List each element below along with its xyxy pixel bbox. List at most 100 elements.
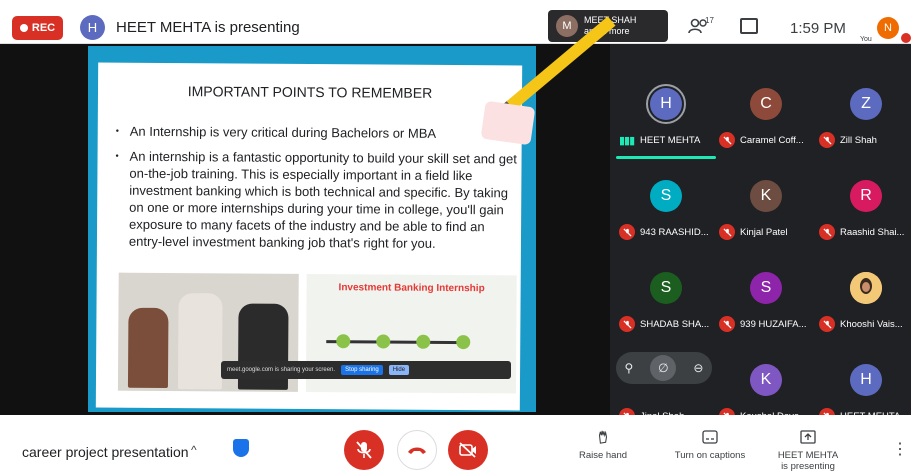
- avatar: H: [850, 364, 882, 396]
- infographic-title: Investment Banking Internship: [338, 282, 485, 295]
- record-dot-icon: [19, 24, 28, 32]
- avatar: R: [850, 180, 882, 212]
- mic-off-glyph: [622, 319, 632, 329]
- present-label-line2: is presenting: [781, 461, 835, 471]
- pin-icon[interactable]: ⚲: [625, 361, 634, 375]
- participant-tile[interactable]: H ▮▮▮ HEET MEHTA: [616, 64, 716, 159]
- meeting-name[interactable]: career project presentation: [22, 444, 189, 460]
- raise-hand-button[interactable]: Raise hand: [563, 430, 643, 461]
- phone-hangup-icon: [408, 447, 426, 454]
- hide-button[interactable]: Hide: [388, 365, 410, 375]
- avatar: S: [650, 272, 682, 304]
- avatar: S: [750, 272, 782, 304]
- timeline-dot: [416, 334, 431, 349]
- clock: 1:59 PM: [790, 20, 846, 37]
- sticky-note-decoration: [480, 100, 536, 146]
- avatar: [850, 272, 882, 304]
- muted-mic-icon: [719, 316, 735, 332]
- participant-name: Khooshi Vais...: [840, 319, 903, 330]
- captions-label: Turn on captions: [674, 450, 746, 461]
- stop-sharing-button[interactable]: Stop sharing: [341, 365, 383, 375]
- mic-off-glyph: [822, 135, 832, 145]
- participant-name: 943 RAASHID...: [640, 227, 709, 238]
- mic-off-glyph: [622, 227, 632, 237]
- timeline-dot: [456, 335, 471, 350]
- avatar: K: [750, 364, 782, 396]
- slide-bullet: An internship is a fantastic opportunity…: [115, 148, 520, 253]
- rec-label: REC: [31, 22, 56, 34]
- slide-bullet: An Internship is very critical during Ba…: [116, 123, 520, 143]
- timeline-dot: [376, 334, 391, 349]
- screen-share-toast: meet.google.com is sharing your screen. …: [221, 361, 511, 379]
- mic-off-glyph: [722, 319, 732, 329]
- person-figure: [127, 307, 169, 389]
- people-count: 17: [705, 16, 714, 25]
- presentation-stage: IMPORTANT POINTS TO REMEMBER An Internsh…: [0, 16, 616, 415]
- participant-grid: H ▮▮▮ HEET MEHTA C Caramel Coff... Z Zill Shah…: [610, 44, 911, 424]
- participant-tile[interactable]: S SHADAB SHA...: [616, 248, 716, 336]
- slide-title: IMPORTANT POINTS TO REMEMBER: [187, 83, 433, 101]
- avatar: C: [750, 88, 782, 120]
- mic-off-glyph: [722, 227, 732, 237]
- muted-mic-icon: [819, 316, 835, 332]
- participant-tile[interactable]: R Raashid Shai...: [816, 156, 911, 244]
- participant-name: Kinjal Patel: [740, 227, 788, 238]
- muted-mic-icon: [619, 316, 635, 332]
- muted-mic-icon: [619, 224, 635, 240]
- present-icon: [800, 430, 816, 444]
- person-figure: [177, 293, 223, 390]
- participant-name: Raashid Shai...: [840, 227, 905, 238]
- remove-icon[interactable]: ⊖: [693, 361, 703, 375]
- top-bar: REC H HEET MEHTA is presenting M MEET SH…: [0, 0, 911, 44]
- participant-tile[interactable]: K Kinjal Patel: [716, 156, 816, 244]
- avatar: M: [556, 15, 578, 37]
- present-now-button[interactable]: HEET MEHTA is presenting: [768, 430, 848, 471]
- self-view-controls: ⚲ ∅ ⊖: [616, 352, 712, 384]
- avatar: S: [650, 180, 682, 212]
- avatar[interactable]: N: [877, 17, 899, 39]
- mic-off-glyph: [822, 227, 832, 237]
- raise-hand-label: Raise hand: [578, 450, 628, 461]
- participant-tile[interactable]: C Caramel Coff...: [716, 64, 816, 152]
- chat-icon[interactable]: [740, 18, 758, 34]
- present-label-line1: HEET MEHTA: [777, 450, 839, 461]
- mic-off-icon[interactable]: ∅: [650, 355, 677, 381]
- you-label: You: [860, 36, 872, 43]
- speaking-indicator-icon: ▮▮▮: [619, 135, 635, 147]
- shield-icon[interactable]: [233, 439, 249, 457]
- mic-off-glyph: [722, 135, 732, 145]
- timeline-dot: [336, 334, 351, 349]
- end-call-button[interactable]: [397, 430, 437, 470]
- shared-slide: IMPORTANT POINTS TO REMEMBER An Internsh…: [88, 16, 616, 412]
- bottom-bar: career project presentation ^ Raise hand: [0, 415, 911, 471]
- captions-icon: [702, 430, 718, 444]
- presenting-title: HEET MEHTA is presenting: [116, 19, 300, 36]
- toast-text: meet.google.com is sharing your screen.: [227, 367, 336, 373]
- mic-off-glyph: [822, 319, 832, 329]
- chevron-up-icon[interactable]: ^: [191, 443, 197, 457]
- photo-avatar-icon: [850, 272, 882, 304]
- more-options-icon[interactable]: ⋮: [892, 439, 908, 459]
- mic-off-button[interactable]: [344, 430, 384, 470]
- avatar: K: [750, 180, 782, 212]
- muted-mic-icon: [819, 224, 835, 240]
- muted-mic-icon: [719, 132, 735, 148]
- participant-tile[interactable]: Khooshi Vais...: [816, 248, 911, 336]
- captions-button[interactable]: Turn on captions: [670, 430, 750, 461]
- hand-icon: [598, 430, 608, 444]
- participant-tile[interactable]: S 939 HUZAIFA...: [716, 248, 816, 336]
- presenter-avatar: H: [80, 15, 105, 40]
- avatar: H: [650, 88, 682, 120]
- participant-tile[interactable]: Z Zill Shah: [816, 64, 911, 152]
- mic-off-icon: [356, 441, 372, 459]
- participant-tile[interactable]: S 943 RAASHID...: [616, 156, 716, 244]
- participant-name: HEET MEHTA: [640, 135, 701, 146]
- camera-off-button[interactable]: [448, 430, 488, 470]
- participant-name: 939 HUZAIFA...: [740, 319, 807, 330]
- participant-name: SHADAB SHA...: [640, 319, 710, 330]
- muted-mic-icon: [819, 132, 835, 148]
- recording-badge: REC: [12, 16, 63, 40]
- slide-paper: IMPORTANT POINTS TO REMEMBER An Internsh…: [95, 62, 523, 411]
- camera-off-icon: [459, 442, 476, 458]
- participant-name: Zill Shah: [840, 135, 877, 146]
